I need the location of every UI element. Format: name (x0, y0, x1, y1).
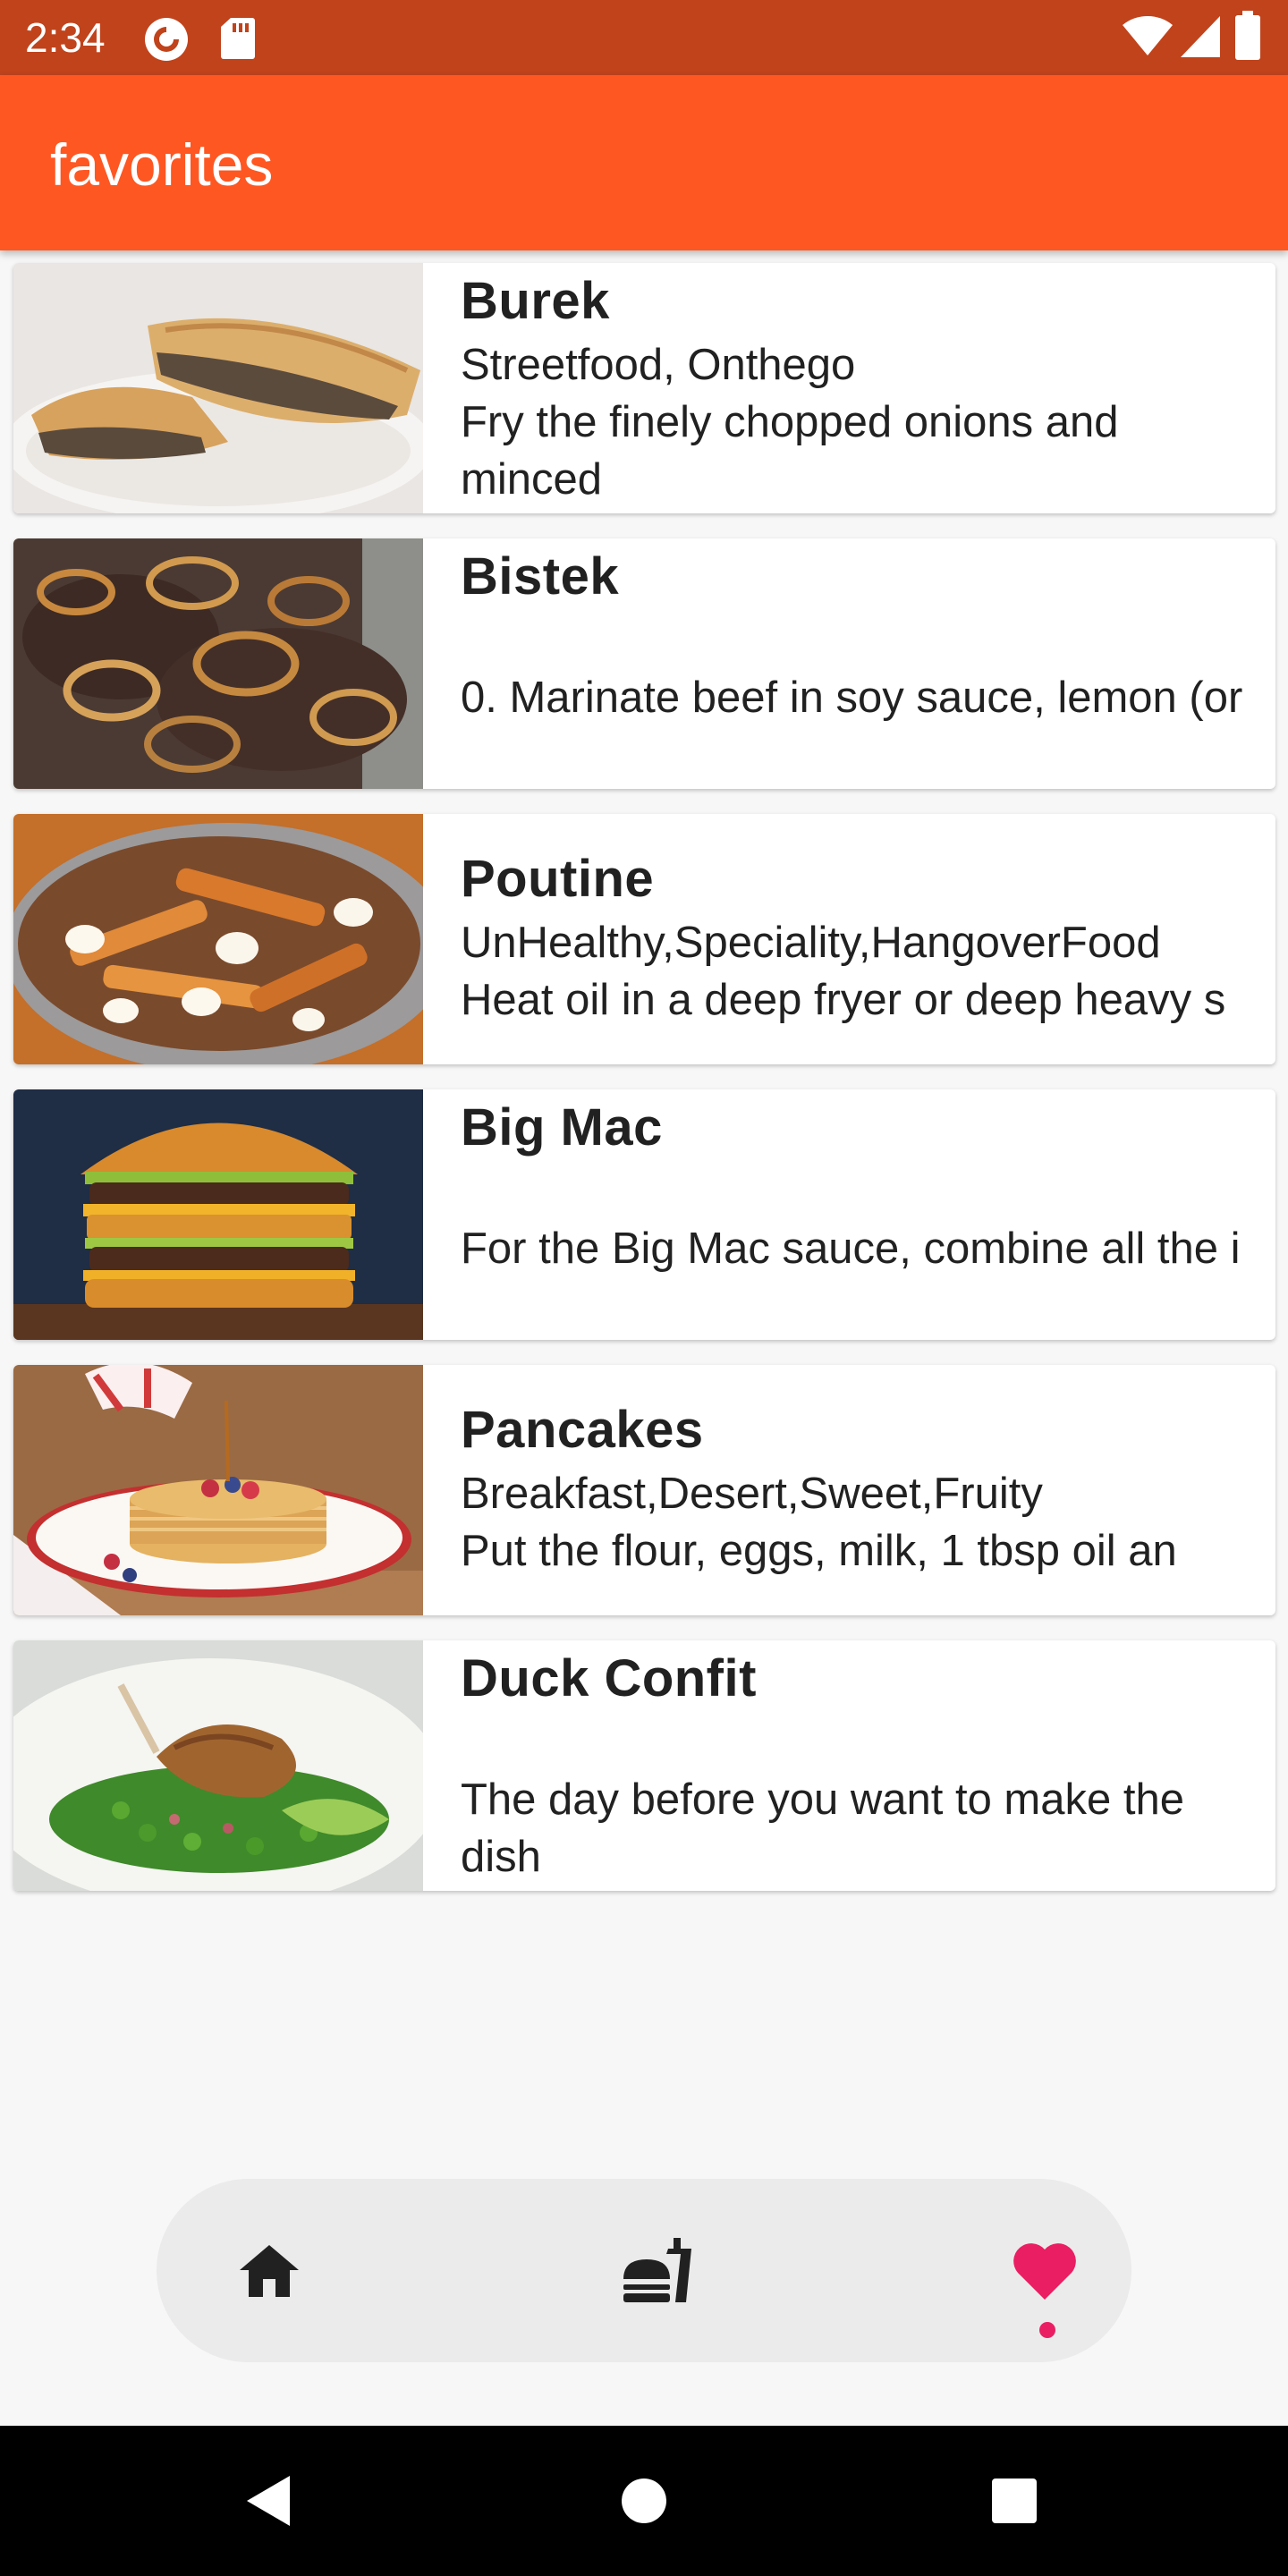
pocket-casts-icon (143, 16, 190, 67)
recipe-description: Heat oil in a deep fryer or deep heavy s (461, 976, 1226, 1024)
recipe-title: Pancakes (461, 1401, 704, 1459)
status-time: 2:34 (25, 14, 106, 61)
status-bar: 2:34 (0, 0, 1288, 75)
sd-card-icon (220, 16, 256, 65)
system-back-button[interactable] (224, 2456, 313, 2546)
recipe-description: Put the flour, eggs, milk, 1 tbsp oil an (461, 1527, 1177, 1575)
heart-icon (1013, 2242, 1076, 2300)
fastfood-icon (623, 2237, 691, 2302)
recipe-description: For the Big Mac sauce, combine all the i (461, 1224, 1241, 1273)
recipe-title: Big Mac (461, 1098, 663, 1157)
recipe-title: Poutine (461, 850, 655, 908)
favorites-list: Burek Streetfood, Onthego Fry the finely… (13, 263, 1275, 1916)
recipe-tags: Streetfood, Onthego (461, 341, 856, 389)
recipe-card[interactable]: Burek Streetfood, Onthego Fry the finely… (13, 263, 1275, 513)
recipe-title: Bistek (461, 547, 620, 606)
home-circle-icon (622, 2479, 666, 2523)
poutine-photo (13, 814, 423, 1064)
recipe-title: Duck Confit (461, 1649, 757, 1707)
home-icon (240, 2244, 299, 2297)
active-indicator-dot (1039, 2322, 1055, 2338)
duck-confit-photo (13, 1640, 423, 1891)
pancakes-photo (13, 1365, 423, 1615)
nav-meals-button[interactable] (568, 2179, 747, 2362)
bistek-photo (13, 538, 423, 789)
recipe-card[interactable]: Poutine UnHealthy,Speciality,HangoverFoo… (13, 814, 1275, 1064)
big-mac-photo (13, 1089, 423, 1340)
recipe-tags: UnHealthy,Speciality,HangoverFood (461, 919, 1161, 967)
recipe-description: The day before you want to make the dish (461, 1775, 1184, 1881)
app-bar: favorites (0, 75, 1288, 250)
recipe-description: Fry the finely chopped onions and minced (461, 398, 1119, 504)
system-navigation-bar (0, 2426, 1288, 2576)
recipe-tags: Breakfast,Desert,Sweet,Fruity (461, 1470, 1043, 1518)
wifi-icon (1122, 14, 1174, 62)
recents-icon (992, 2479, 1037, 2523)
battery-icon (1234, 11, 1261, 65)
recipe-card[interactable]: Big Mac For the Big Mac sauce, combine a… (13, 1089, 1275, 1340)
recipe-card[interactable]: Pancakes Breakfast,Desert,Sweet,Fruity P… (13, 1365, 1275, 1615)
recipe-card[interactable]: Bistek 0. Marinate beef in soy sauce, le… (13, 538, 1275, 789)
burek-photo (13, 263, 423, 513)
nav-home-button[interactable] (180, 2179, 359, 2362)
system-recents-button[interactable] (970, 2456, 1059, 2546)
bottom-navigation (157, 2179, 1131, 2362)
recipe-title: Burek (461, 272, 610, 330)
page-title: favorites (50, 131, 274, 198)
system-home-button[interactable] (599, 2456, 689, 2546)
recipe-description: 0. Marinate beef in soy sauce, lemon (or (461, 674, 1243, 722)
cell-signal-icon (1179, 14, 1222, 64)
back-icon (247, 2476, 290, 2526)
nav-favorites-button[interactable] (955, 2179, 1134, 2362)
recipe-card[interactable]: Duck Confit The day before you want to m… (13, 1640, 1275, 1891)
